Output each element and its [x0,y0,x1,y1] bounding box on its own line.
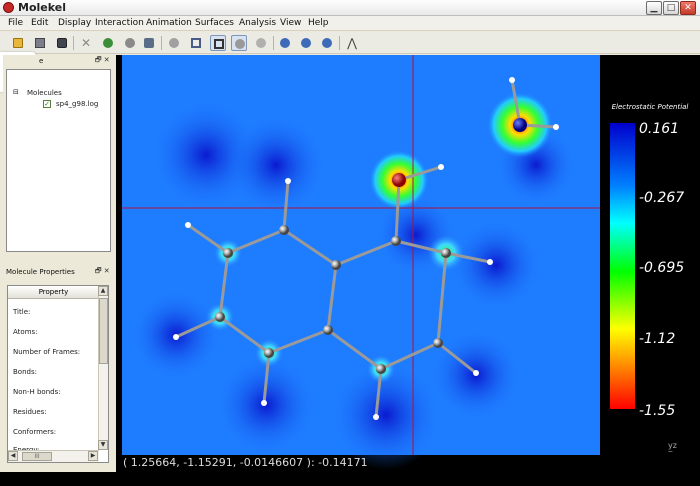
property-non-h-bonds: Non-H bonds: [13,388,61,396]
menu-animation[interactable]: Animation [146,18,192,28]
axes-orientation-icon: y̲z [668,441,677,450]
property-column-header[interactable]: Property [8,286,99,299]
property-residues: Residues: [13,408,47,416]
molecules-panel-controls[interactable]: 🗗 ✕ [95,56,110,67]
cursor-coordinates-readout: ( 1.25664, -1.15291, -0.0146607 ): -0.14… [123,456,368,469]
rotate-icon[interactable] [100,35,116,51]
scroll-down-arrow-icon[interactable]: ▼ [98,440,108,450]
play-icon[interactable] [277,35,293,51]
window-title: Molekel [18,1,66,14]
delete-icon[interactable]: ✕ [78,35,94,51]
colorbar-label: -1.12 [639,331,675,347]
stop-icon[interactable] [319,35,335,51]
snapshot-icon[interactable] [54,35,70,51]
open-icon[interactable] [10,35,26,51]
molecule-3d-viewport[interactable]: Electrostatic Potential 0.161 -0.267 -0.… [116,55,700,472]
maximize-button[interactable]: □ [663,1,679,15]
measure-icon[interactable]: ⋀ [344,35,360,51]
minimize-button[interactable]: ▁ [646,1,662,15]
esp-negative-region [451,220,541,310]
save-icon[interactable] [32,35,48,51]
vertical-scroll-thumb[interactable] [99,298,108,364]
pause-icon[interactable] [298,35,314,51]
molecule-icon[interactable] [166,35,182,51]
esp-surface-render[interactable]: Electrostatic Potential 0.161 -0.267 -0.… [116,55,700,472]
toolbar-separator [73,36,74,50]
status-bar [0,472,700,486]
title-bar: Molekel ▁ □ ✕ [0,0,700,16]
molecules-panel: e 🗗 ✕ ⊟ Molecules ✓ sp4_g98.log [3,55,115,255]
tree-root-label[interactable]: Molecules [27,89,62,97]
menu-surfaces[interactable]: Surfaces [195,18,234,28]
tree-item-label[interactable]: sp4_g98.log [56,100,98,108]
toolbar-separator [273,36,274,50]
colorbar-label: -0.695 [639,260,684,276]
menu-interaction[interactable]: Interaction [95,18,144,28]
properties-table: Property Title: Atoms: Number of Frames:… [7,285,109,463]
select-rect-icon[interactable] [253,35,269,51]
colorbar-label-min: -1.55 [639,403,675,419]
properties-panel-controls[interactable]: 🗗 ✕ [95,267,110,278]
colorbar-label-max: 0.161 [639,121,679,137]
toolbar-separator [339,36,340,50]
menu-bar: File Edit Display Interaction Animation … [0,16,700,31]
properties-horizontal-scrollbar[interactable]: ◀ III ▶ [8,450,99,462]
property-frames: Number of Frames: [13,348,81,356]
menu-file[interactable]: File [8,18,23,28]
property-title: Title: [13,308,31,316]
menu-analysis[interactable]: Analysis [239,18,276,28]
horizontal-scroll-thumb[interactable]: III [22,452,52,461]
esp-negative-region [226,115,326,215]
colorbar-title: Electrostatic Potential [612,103,689,111]
properties-vertical-scrollbar[interactable]: ▲ ▼ [98,286,108,450]
molecule-tree[interactable]: ⊟ Molecules ✓ sp4_g98.log [6,69,111,252]
tree-expander-icon[interactable]: ⊟ [13,88,19,96]
scroll-right-arrow-icon[interactable]: ▶ [88,451,98,461]
menu-display[interactable]: Display [58,18,91,28]
scroll-up-arrow-icon[interactable]: ▲ [98,286,108,296]
colorbar-gradient [610,123,635,409]
sphere-icon[interactable] [122,35,138,51]
grid-icon[interactable] [210,35,226,51]
colorbar-label: -0.267 [639,190,684,206]
toolbar-separator [161,36,162,50]
bond-icon[interactable] [188,35,204,51]
property-bonds: Bonds: [13,368,37,376]
toolbar: ✕ ⋀ [0,32,700,54]
property-atoms: Atoms: [13,328,38,336]
close-button[interactable]: ✕ [680,1,696,15]
property-conformers: Conformers: [13,428,57,436]
atoms-icon[interactable] [141,35,157,51]
molecule-visible-checkbox[interactable]: ✓ [43,100,51,108]
oxygen-atom [392,173,406,187]
menu-edit[interactable]: Edit [31,18,48,28]
menu-help[interactable]: Help [308,18,329,28]
select-icon[interactable] [231,35,247,51]
nitrogen-atom [513,118,527,132]
scroll-left-arrow-icon[interactable]: ◀ [8,451,18,461]
menu-view[interactable]: View [280,18,301,28]
molekel-app-icon [3,2,14,13]
